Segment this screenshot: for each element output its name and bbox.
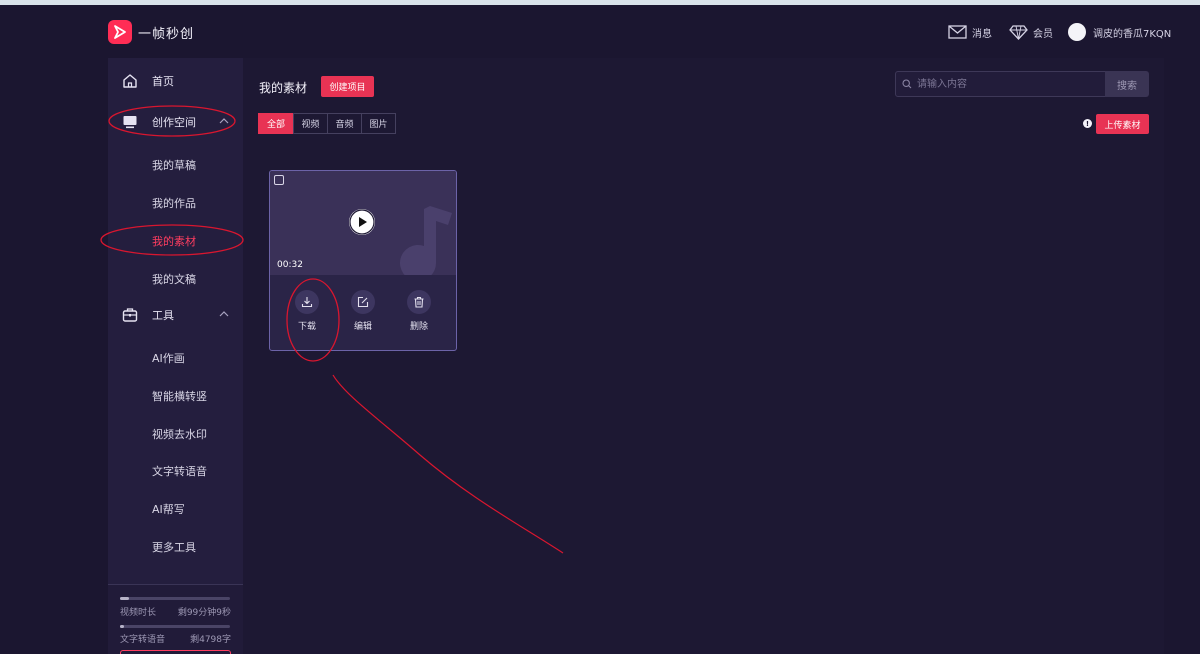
create-project-button[interactable]: 创建项目 — [321, 76, 374, 97]
tab-audio[interactable]: 音频 — [327, 113, 362, 134]
delete-label: 删除 — [409, 322, 428, 332]
info-icon[interactable]: ! — [1083, 119, 1092, 128]
sidebar-item-home-label: 首页 — [152, 75, 174, 88]
edit-button[interactable]: 编辑 — [348, 290, 378, 332]
tab-all[interactable]: 全部 — [258, 113, 294, 134]
material-type-tabs: 全部 视频 音频 图片 — [258, 113, 396, 134]
edit-label: 编辑 — [353, 322, 372, 332]
play-icon — [349, 209, 375, 235]
download-label: 下载 — [297, 322, 316, 332]
sidebar-item-drafts[interactable]: 我的草稿 — [152, 157, 196, 173]
mail-icon — [948, 25, 967, 39]
video-duration: 00:32 — [277, 260, 303, 270]
tts-usage-bar — [120, 625, 230, 628]
upload-material-button[interactable]: 上传素材 — [1096, 114, 1149, 134]
download-icon — [301, 297, 313, 308]
sidebar-item-text-to-speech[interactable]: 文字转语音 — [152, 463, 207, 479]
sidebar-item-landscape-to-portrait[interactable]: 智能横转竖 — [152, 388, 207, 404]
music-note-watermark-icon — [400, 206, 452, 275]
messages-link[interactable]: 消息 — [948, 21, 992, 43]
material-card[interactable]: 00:32 下载 编辑 删除 — [269, 170, 457, 351]
search-input[interactable] — [915, 77, 1099, 91]
sidebar-item-scripts[interactable]: 我的文稿 — [152, 271, 196, 287]
search-icon — [902, 79, 912, 89]
home-icon — [123, 74, 137, 88]
tab-image[interactable]: 图片 — [361, 113, 396, 134]
delete-button[interactable]: 删除 — [404, 290, 434, 332]
username: 调皮的香瓜7KQN — [1093, 28, 1172, 40]
play-button[interactable] — [349, 209, 375, 235]
tts-usage-row: 文字转语音 剩4798字 — [120, 632, 231, 645]
member-link[interactable]: 会员 — [1009, 21, 1053, 43]
usage-panel: 视频时长 剩99分钟9秒 文字转语音 剩4798字 — [108, 584, 243, 654]
sidebar-item-home[interactable]: 首页 — [108, 62, 243, 100]
sidebar-item-tools-label: 工具 — [152, 309, 174, 322]
tts-usage-remaining: 剩4798字 — [190, 635, 231, 645]
edit-icon — [357, 296, 369, 308]
chevron-up-icon[interactable] — [219, 310, 229, 318]
tab-video[interactable]: 视频 — [293, 113, 328, 134]
sidebar-item-ai-paint[interactable]: AI作画 — [152, 350, 185, 366]
sidebar-item-creative-space[interactable]: 创作空间 — [108, 103, 243, 141]
sidebar-item-more-tools[interactable]: 更多工具 — [152, 539, 196, 555]
video-usage-remaining: 剩99分钟9秒 — [177, 608, 231, 618]
app-name: 一帧秒创 — [138, 27, 195, 42]
diamond-icon — [1009, 24, 1028, 40]
sidebar-item-remove-watermark[interactable]: 视频去水印 — [152, 426, 207, 442]
user-menu[interactable]: 调皮的香瓜7KQN — [1068, 21, 1171, 43]
sidebar-item-ai-write[interactable]: AI帮写 — [152, 501, 185, 517]
search-box[interactable] — [895, 71, 1106, 97]
trash-icon — [414, 296, 424, 308]
app-header: 一帧秒创 消息 会员 调皮的香瓜7KQN — [0, 5, 1200, 58]
chevron-up-icon[interactable] — [219, 117, 229, 125]
usage-action-button[interactable] — [120, 650, 231, 654]
logo-icon[interactable] — [108, 20, 132, 44]
member-label: 会员 — [1033, 28, 1053, 40]
video-usage-bar — [120, 597, 230, 600]
monitor-icon — [123, 116, 137, 129]
tts-usage-label: 文字转语音 — [120, 635, 166, 645]
sidebar-item-materials[interactable]: 我的素材 — [152, 233, 196, 249]
sidebar: 首页 创作空间 我的草稿 我的作品 我的素材 我的文稿 工具 AI作画 智能横转… — [108, 58, 243, 654]
sidebar-item-works[interactable]: 我的作品 — [152, 195, 196, 211]
sidebar-item-tools[interactable]: 工具 — [108, 296, 243, 334]
select-checkbox[interactable] — [274, 175, 284, 185]
toolbox-icon — [122, 308, 138, 322]
video-usage-label: 视频时长 — [120, 608, 157, 618]
download-button[interactable]: 下载 — [292, 290, 322, 332]
sidebar-item-creative-space-label: 创作空间 — [152, 116, 196, 129]
page-title: 我的素材 — [259, 81, 308, 95]
search-button[interactable]: 搜索 — [1105, 71, 1149, 97]
video-usage-row: 视频时长 剩99分钟9秒 — [120, 605, 231, 618]
main-content: 我的素材 创建项目 搜索 全部 视频 音频 图片 ! 上传素材 00:32 下载 — [243, 58, 1164, 654]
messages-label: 消息 — [972, 28, 992, 40]
avatar — [1068, 23, 1086, 41]
video-thumbnail[interactable]: 00:32 — [270, 171, 456, 275]
